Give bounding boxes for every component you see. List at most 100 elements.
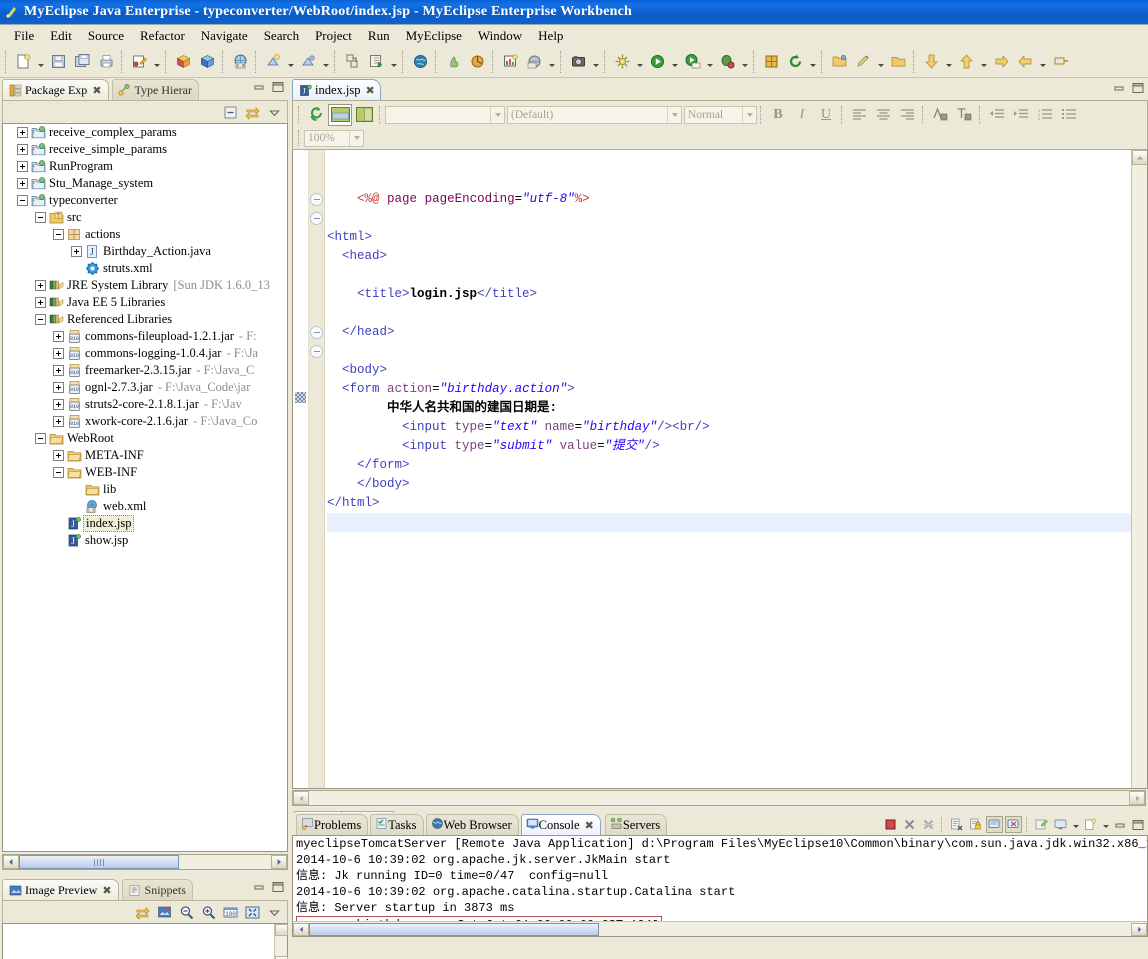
code-line[interactable]: 中华人名共和国的建国日期是: [327,399,1147,418]
editor-marker-column[interactable] [293,150,309,788]
tree-item-meta-inf[interactable]: META-INF [3,447,287,464]
fold-collapse-icon[interactable] [309,209,324,228]
web-app-dropdown-icon[interactable] [546,50,557,74]
collapse-icon[interactable] [35,433,46,444]
xml-run-icon[interactable] [364,50,388,74]
tree-item-referenced-libraries[interactable]: Referenced Libraries [3,311,287,328]
tab-image-preview[interactable]: Image Preview ✖ [2,879,119,900]
new-console-icon[interactable] [1082,816,1099,833]
code-line[interactable] [327,304,1147,323]
up-arrow-icon[interactable] [954,50,978,74]
collapse-icon[interactable] [17,195,28,206]
image-preview-vscrollbar[interactable] [274,924,288,959]
scroll-right-icon[interactable] [1129,791,1145,805]
fold-collapse-icon[interactable] [309,342,324,361]
code-line[interactable]: <html> [327,228,1147,247]
tab-console[interactable]: Console ✖ [520,814,601,835]
db-new-dropdown-icon[interactable] [285,50,296,74]
menu-project[interactable]: Project [307,27,360,45]
indent-icon[interactable] [1009,104,1033,126]
console-hscrollbar[interactable] [293,921,1147,936]
tree-item-src[interactable]: src [3,209,287,226]
report-icon[interactable] [465,50,489,74]
tree-item-jre-system-library[interactable]: JRE System Library [Sun JDK 1.6.0_13 [3,277,287,294]
expand-icon[interactable] [53,365,64,376]
code-line[interactable]: <title>login.jsp</title> [327,285,1147,304]
collapse-icon[interactable] [53,229,64,240]
camera-dropdown-icon[interactable] [590,50,601,74]
chevron-down-icon[interactable] [742,106,756,123]
xml-run-dropdown-icon[interactable] [388,50,399,74]
tab-web-browser[interactable]: Web Browser [425,814,519,835]
minimize-icon[interactable] [251,880,267,894]
zoom-100-icon[interactable]: 100 [220,903,240,922]
code-line[interactable]: </body> [327,475,1147,494]
scroll-left-icon[interactable] [293,922,309,936]
scroll-up-icon[interactable] [1132,150,1147,165]
align-right-icon[interactable] [895,104,919,126]
menu-search[interactable]: Search [256,27,307,45]
expand-icon[interactable] [53,331,64,342]
code-line[interactable]: <input type="text" name="birthday"/><br/… [327,418,1147,437]
code-line[interactable]: </html> [327,494,1147,513]
maximize-icon[interactable] [270,880,286,894]
scroll-right-icon[interactable] [1131,922,1147,936]
outdent-icon[interactable] [985,104,1009,126]
last-edit-icon[interactable] [1048,50,1072,74]
tree-item-ognl-2.7.3.jar[interactable]: 010 ognl-2.7.3.jar - F:\Java_Code\jar [3,379,287,396]
minimize-icon[interactable] [251,80,267,94]
close-icon[interactable]: ✖ [92,84,101,97]
expand-icon[interactable] [17,161,28,172]
run-history-icon[interactable] [680,50,704,74]
maximize-icon[interactable] [1130,81,1146,95]
expand-icon[interactable] [53,348,64,359]
collapse-icon[interactable] [53,467,64,478]
console-hscroll-thumb[interactable] [309,922,599,936]
deploy-icon[interactable] [127,50,151,74]
menu-navigate[interactable]: Navigate [193,27,256,45]
menu-source[interactable]: Source [80,27,132,45]
tree-item-runprogram[interactable]: RunProgram [3,158,287,175]
align-center-icon[interactable] [871,104,895,126]
image-props-icon[interactable] [154,903,174,922]
up-arrow-dropdown-icon[interactable] [978,50,989,74]
db-new-icon[interactable] [261,50,285,74]
search-dropdown-icon[interactable] [875,50,886,74]
expand-icon[interactable] [17,144,28,155]
external-tools-icon[interactable] [610,50,634,74]
package-explorer-tree[interactable]: receive_complex_params receive_simple_par… [2,123,288,852]
tree-item-web-inf[interactable]: WEB-INF [3,464,287,481]
tree-item-index.jsp[interactable]: Jindex.jsp [3,515,287,532]
new-console-dropdown-icon[interactable] [1101,816,1110,833]
code-line[interactable]: </head> [327,323,1147,342]
tree-item-web.xml[interactable]: 2.5 web.xml [3,498,287,515]
close-icon[interactable]: ✖ [585,819,594,832]
expand-icon[interactable] [53,382,64,393]
remove-all-icon[interactable] [920,816,937,833]
v-split-icon[interactable] [352,104,376,126]
back-arrow-icon[interactable] [1013,50,1037,74]
tree-item-commons-logging-1.0.4.jar[interactable]: 010 commons-logging-1.0.4.jar - F:\Ja [3,345,287,362]
tree-item-struts2-core-2.1.8.1.jar[interactable]: 010 struts2-core-2.1.8.1.jar - F:\Jav [3,396,287,413]
tree-item-receive_complex_params[interactable]: receive_complex_params [3,124,287,141]
view-menu-icon[interactable] [264,903,284,922]
run-dropdown-icon[interactable] [669,50,680,74]
db-open-dropdown-icon[interactable] [320,50,331,74]
refresh-sync-icon[interactable] [304,104,328,126]
menu-refactor[interactable]: Refactor [132,27,193,45]
tree-item-java-ee-5-libraries[interactable]: Java EE 5 Libraries [3,294,287,311]
scroll-left-icon[interactable] [3,855,19,869]
minimize-icon[interactable] [1112,818,1128,832]
forward-arrow-icon[interactable] [989,50,1013,74]
tree-item-typeconverter[interactable]: typeconverter [3,192,287,209]
collapse-all-icon[interactable] [220,103,240,122]
size-combo[interactable]: Normal [684,105,757,124]
chevron-down-icon[interactable] [349,130,363,146]
close-icon[interactable]: ✖ [365,84,374,97]
scroll-right-icon[interactable] [271,855,287,869]
editor-code-text[interactable]: <%@ page pageEncoding="utf-8"%> <html> <… [327,150,1147,788]
tree-item-xwork-core-2.1.6.jar[interactable]: 010 xwork-core-2.1.6.jar - F:\Java_Co [3,413,287,430]
tab-servers[interactable]: Servers [604,814,668,835]
zoom-in-icon[interactable] [198,903,218,922]
unordered-list-icon[interactable] [1057,104,1081,126]
